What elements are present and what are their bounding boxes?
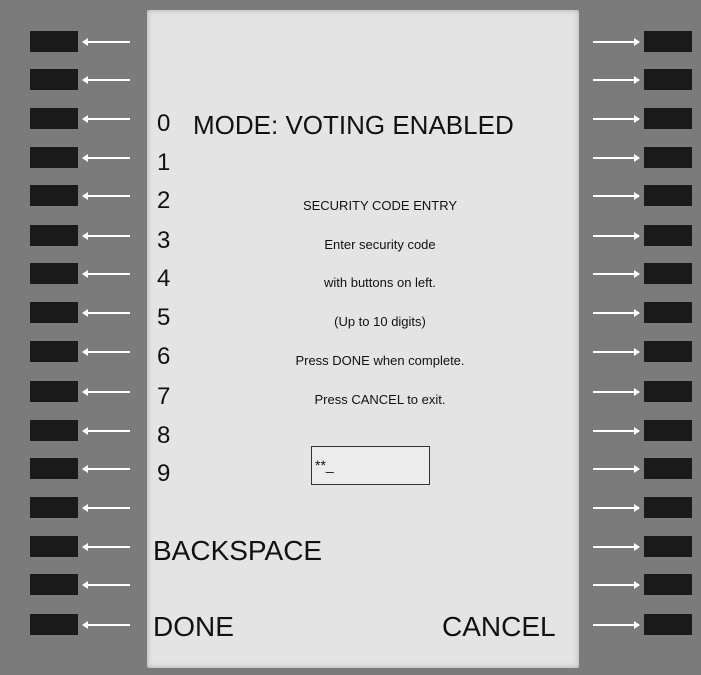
instruction-line: Enter security code — [324, 237, 436, 252]
arrow-left-icon — [82, 270, 130, 278]
mode-title: MODE: VOTING ENABLED — [193, 110, 514, 140]
arrow-right-icon — [593, 504, 640, 512]
left-button-2[interactable] — [30, 69, 78, 90]
arrow-right-icon — [593, 621, 640, 629]
right-button-6[interactable] — [644, 225, 692, 246]
right-button-1[interactable] — [644, 31, 692, 52]
digit-label-4: 4 — [157, 265, 171, 292]
right-button-2[interactable] — [644, 69, 692, 90]
left-button-10[interactable] — [30, 381, 78, 402]
arrow-right-icon — [593, 154, 640, 162]
digit-label-7: 7 — [157, 383, 171, 410]
arrow-right-icon — [593, 388, 640, 396]
right-button-15[interactable] — [644, 574, 692, 595]
left-button-1[interactable] — [30, 31, 78, 52]
arrow-left-icon — [82, 154, 130, 162]
right-button-12[interactable] — [644, 458, 692, 479]
right-button-13[interactable] — [644, 497, 692, 518]
left-button-16[interactable] — [30, 614, 78, 635]
security-code-value: **_ — [315, 457, 334, 473]
arrow-left-icon — [82, 309, 130, 317]
left-button-7[interactable] — [30, 263, 78, 284]
left-button-12[interactable] — [30, 458, 78, 479]
arrow-right-icon — [593, 192, 640, 200]
left-button-14[interactable] — [30, 536, 78, 557]
arrow-right-icon — [593, 348, 640, 356]
left-button-3[interactable] — [30, 108, 78, 129]
arrow-left-icon — [82, 581, 130, 589]
arrow-right-icon — [593, 38, 640, 46]
arrow-left-icon — [82, 348, 130, 356]
arrow-left-icon — [82, 427, 130, 435]
digit-label-6: 6 — [157, 343, 171, 370]
instruction-line: with buttons on left. — [323, 275, 436, 290]
arrow-left-icon — [82, 192, 130, 200]
left-button-13[interactable] — [30, 497, 78, 518]
arrow-right-icon — [593, 427, 640, 435]
arrow-left-icon — [82, 232, 130, 240]
right-button-7[interactable] — [644, 263, 692, 284]
left-button-6[interactable] — [30, 225, 78, 246]
arrow-left-icon — [82, 543, 130, 551]
arrow-left-icon — [82, 115, 130, 123]
instruction-line: Press CANCEL to exit. — [314, 392, 446, 407]
backspace-label: BACKSPACE — [153, 535, 323, 566]
instruction-line: Press DONE when complete. — [295, 353, 465, 368]
left-button-4[interactable] — [30, 147, 78, 168]
left-button-9[interactable] — [30, 341, 78, 362]
right-button-9[interactable] — [644, 341, 692, 362]
right-button-4[interactable] — [644, 147, 692, 168]
right-button-11[interactable] — [644, 420, 692, 441]
arrow-right-icon — [593, 76, 640, 84]
arrow-right-icon — [593, 543, 640, 551]
arrow-right-icon — [593, 581, 640, 589]
arrow-left-icon — [82, 465, 130, 473]
right-button-8[interactable] — [644, 302, 692, 323]
left-button-11[interactable] — [30, 420, 78, 441]
arrow-left-icon — [82, 504, 130, 512]
digit-label-8: 8 — [157, 422, 171, 449]
done-label: DONE — [153, 611, 234, 642]
right-button-14[interactable] — [644, 536, 692, 557]
arrow-left-icon — [82, 621, 130, 629]
digit-label-3: 3 — [157, 227, 171, 254]
arrow-right-icon — [593, 270, 640, 278]
digit-label-0: 0 — [157, 110, 171, 137]
arrow-left-icon — [82, 76, 130, 84]
right-button-5[interactable] — [644, 185, 692, 206]
right-button-10[interactable] — [644, 381, 692, 402]
digit-label-5: 5 — [157, 304, 171, 331]
left-button-5[interactable] — [30, 185, 78, 206]
left-button-8[interactable] — [30, 302, 78, 323]
arrow-right-icon — [593, 465, 640, 473]
instruction-line: (Up to 10 digits) — [334, 314, 426, 329]
arrow-right-icon — [593, 232, 640, 240]
security-code-heading: SECURITY CODE ENTRY — [302, 198, 458, 213]
arrow-left-icon — [82, 388, 130, 396]
display-screen — [147, 10, 579, 668]
digit-label-1: 1 — [157, 149, 171, 176]
right-button-16[interactable] — [644, 614, 692, 635]
left-button-15[interactable] — [30, 574, 78, 595]
digit-label-2: 2 — [157, 187, 171, 214]
arrow-right-icon — [593, 115, 640, 123]
right-button-3[interactable] — [644, 108, 692, 129]
arrow-right-icon — [593, 309, 640, 317]
security-code-field[interactable]: **_ — [311, 446, 430, 485]
cancel-label: CANCEL — [442, 611, 556, 642]
arrow-left-icon — [82, 38, 130, 46]
digit-label-9: 9 — [157, 460, 171, 487]
